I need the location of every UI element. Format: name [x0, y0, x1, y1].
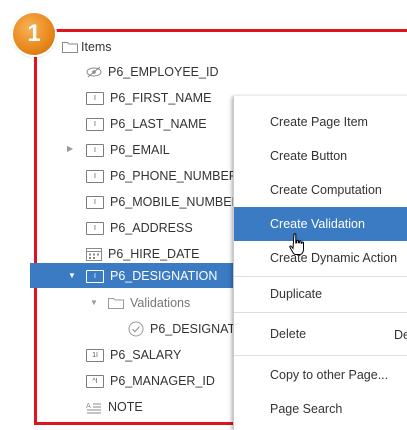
- menu-item-shortcut: De: [394, 328, 407, 342]
- folder-icon: [62, 41, 78, 53]
- tree-item-label: P6_LAST_NAME: [110, 117, 207, 131]
- tree-item-label: P6_SALARY: [110, 348, 182, 362]
- collapse-caret-icon[interactable]: ▼: [68, 271, 76, 280]
- date-picker-icon: [86, 247, 102, 261]
- tree-item-label: P6_DESIGNATI: [150, 322, 239, 336]
- menu-separator: [234, 312, 407, 313]
- hand-cursor-icon: [289, 233, 304, 255]
- tree-node-validations[interactable]: Validations: [108, 291, 190, 315]
- tree-node-label: Validations: [130, 296, 191, 310]
- tree-item-label: P6_ADDRESS: [110, 221, 193, 235]
- tree-item-validation[interactable]: P6_DESIGNATI: [128, 317, 239, 341]
- menu-item-create-page-item[interactable]: Create Page Item: [234, 105, 407, 139]
- tree-item-label: P6_EMPLOYEE_ID: [108, 65, 219, 79]
- context-menu: Create Page Item Create Button Create Co…: [233, 96, 407, 430]
- tree-item-label: P6_MANAGER_ID: [110, 374, 215, 388]
- menu-item-label: Delete: [270, 327, 307, 341]
- hidden-item-icon: [86, 66, 102, 78]
- text-field-icon: I: [86, 91, 104, 105]
- menu-separator: [234, 355, 407, 356]
- text-field-icon: I: [86, 269, 104, 283]
- number-field-icon: 1I: [86, 348, 104, 362]
- tree-item-note[interactable]: A NOTE: [86, 395, 143, 419]
- validation-check-icon: [128, 321, 144, 337]
- menu-item-copy-to-other-page[interactable]: Copy to other Page...: [234, 358, 407, 392]
- menu-item-create-dynamic-action[interactable]: Create Dynamic Action: [234, 241, 407, 275]
- tree-item-label: NOTE: [108, 400, 143, 414]
- step-number-badge: 1: [13, 13, 55, 55]
- tree-item-label: P6_EMAIL: [110, 143, 170, 157]
- folder-icon: [108, 297, 124, 309]
- menu-item-create-button[interactable]: Create Button: [234, 139, 407, 173]
- tree-item-salary[interactable]: 1I P6_SALARY: [86, 343, 181, 367]
- menu-item-page-search[interactable]: Page Search: [234, 392, 407, 426]
- tree-node-items[interactable]: Items: [62, 35, 112, 59]
- select-list-icon: ^I: [86, 374, 104, 388]
- tree-item-employee-id[interactable]: P6_EMPLOYEE_ID: [86, 60, 218, 84]
- tree-item-label: P6_DESIGNATION: [110, 269, 218, 283]
- menu-item-create-computation[interactable]: Create Computation: [234, 173, 407, 207]
- text-field-icon: I: [86, 143, 104, 157]
- collapse-caret-icon[interactable]: ▼: [90, 298, 98, 307]
- textarea-icon: A: [86, 401, 102, 414]
- tree-item-label: P6_FIRST_NAME: [110, 91, 212, 105]
- tree-node-label: Items: [81, 40, 112, 54]
- text-field-icon: I: [86, 117, 104, 131]
- tree-item-label: P6_PHONE_NUMBER: [110, 169, 238, 183]
- tree-item-address[interactable]: I P6_ADDRESS: [86, 216, 193, 240]
- text-field-icon: I: [86, 195, 104, 209]
- menu-item-duplicate[interactable]: Duplicate: [234, 277, 407, 311]
- menu-item-delete[interactable]: Delete De: [234, 317, 407, 351]
- tree-item-designation[interactable]: I P6_DESIGNATION: [86, 264, 217, 288]
- tree-item-phone-number[interactable]: I P6_PHONE_NUMBER: [86, 164, 238, 188]
- text-field-icon: I: [86, 221, 104, 235]
- svg-text:A: A: [86, 402, 91, 410]
- tree-item-label: P6_MOBILE_NUMBER: [110, 195, 241, 209]
- menu-item-create-validation[interactable]: Create Validation: [234, 207, 407, 241]
- tree-item-email[interactable]: I P6_EMAIL: [86, 138, 170, 162]
- tree-item-label: P6_HIRE_DATE: [108, 247, 200, 261]
- text-field-icon: I: [86, 169, 104, 183]
- tree-item-first-name[interactable]: I P6_FIRST_NAME: [86, 86, 211, 110]
- tree-item-mobile-number[interactable]: I P6_MOBILE_NUMBER: [86, 190, 241, 214]
- tree-item-manager-id[interactable]: ^I P6_MANAGER_ID: [86, 369, 215, 393]
- expand-caret-icon[interactable]: ▶: [67, 144, 73, 153]
- tree-item-last-name[interactable]: I P6_LAST_NAME: [86, 112, 207, 136]
